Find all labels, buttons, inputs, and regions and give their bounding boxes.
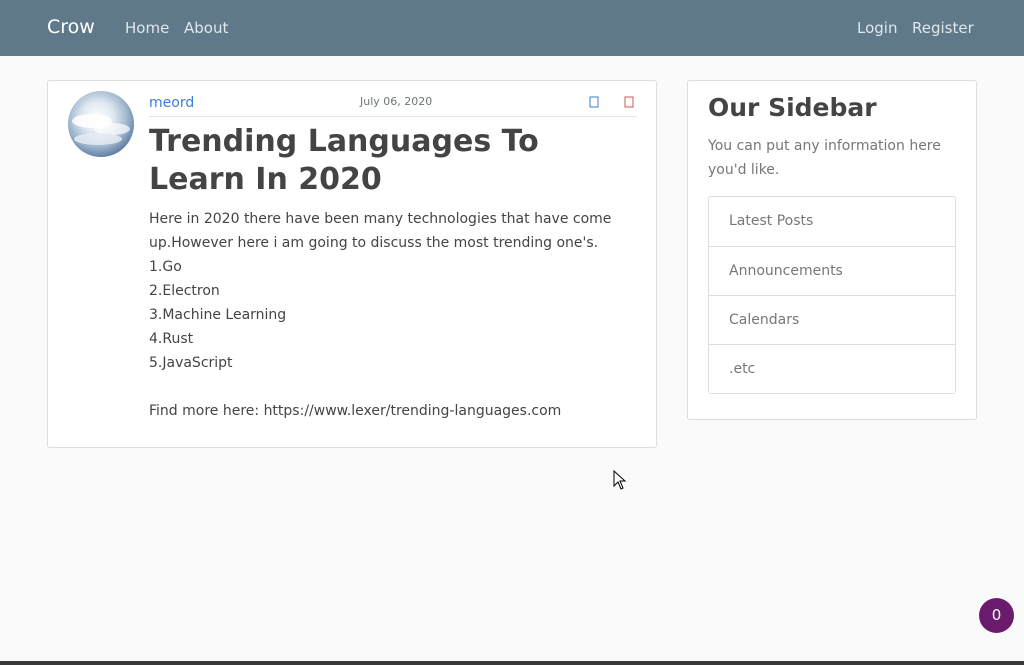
mouse-cursor-icon (613, 469, 627, 494)
sidebar-item-latest-posts[interactable]: Latest Posts (709, 197, 955, 246)
notification-badge[interactable]: 0 (979, 598, 1014, 633)
post-body: Here in 2020 there have been many techno… (149, 207, 639, 423)
sidebar-list: Latest Posts Announcements Calendars .et… (708, 196, 956, 394)
sidebar-text: You can put any information here you'd l… (708, 138, 941, 178)
edit-button[interactable] (589, 94, 603, 110)
brand-link[interactable]: Crow (47, 16, 95, 38)
sidebar-title: Our Sidebar (708, 93, 877, 122)
nav-login-link[interactable]: Login (857, 19, 897, 37)
delete-icon (624, 96, 638, 108)
post-title: Trending Languages To Learn In 2020 (149, 124, 539, 197)
navbar: Crow Home About Login Register (0, 0, 1024, 56)
author-avatar[interactable] (68, 91, 134, 157)
post-body-line: up.However here i am going to discuss th… (149, 235, 599, 251)
post-card: meord July 06, 2020 Trending Languages T… (47, 80, 657, 448)
post-body-line: 2.Electron (149, 283, 220, 299)
post-meta: meord July 06, 2020 (149, 89, 637, 117)
delete-button[interactable] (624, 94, 638, 110)
post-author-link[interactable]: meord (149, 95, 194, 111)
sidebar-item-calendars[interactable]: Calendars (709, 295, 955, 344)
sidebar-item-etc[interactable]: .etc (709, 344, 955, 393)
sidebar-card: Our Sidebar You can put any information … (687, 80, 977, 420)
post-body-line: 5.JavaScript (149, 355, 233, 371)
nav-register-link[interactable]: Register (912, 19, 974, 37)
bottom-divider (0, 661, 1024, 665)
post-body-line: 3.Machine Learning (149, 307, 287, 323)
post-body-line: Find more here: https://www.lexer/trendi… (149, 403, 562, 419)
post-date: July 06, 2020 (360, 95, 433, 108)
nav-home-link[interactable]: Home (125, 19, 169, 37)
sidebar-item-announcements[interactable]: Announcements (709, 246, 955, 295)
nav-about-link[interactable]: About (184, 19, 228, 37)
post-body-line: Here in 2020 there have been many techno… (149, 211, 612, 227)
post-body-line (149, 375, 639, 399)
post-body-line: 1.Go (149, 259, 182, 275)
edit-icon (589, 96, 603, 108)
post-body-line: 4.Rust (149, 331, 194, 347)
